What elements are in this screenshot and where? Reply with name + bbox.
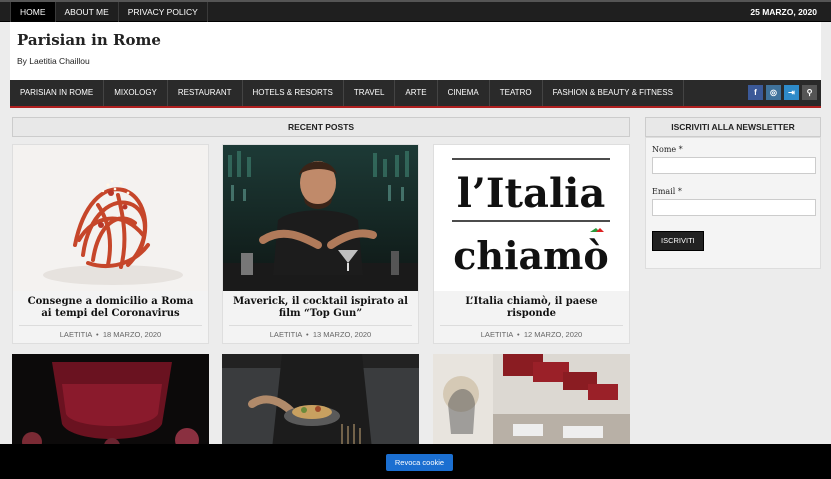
nav-item-restaurant[interactable]: Restaurant xyxy=(168,80,243,106)
nav-item-travel[interactable]: Travel xyxy=(344,80,396,106)
post-author[interactable]: Laetitia xyxy=(60,330,92,339)
email-field[interactable] xyxy=(652,199,816,216)
post-author[interactable]: Laetitia xyxy=(481,330,513,339)
email-label: Email * xyxy=(652,187,682,196)
logo-line-2: chiamò xyxy=(453,233,608,278)
top-bar: Home About me Privacy Policy 25 Marzo, 2… xyxy=(0,0,831,22)
newsletter-form: Nome * Email * Iscriviti xyxy=(645,137,821,269)
nav-item-arte[interactable]: Arte xyxy=(395,80,438,106)
social-icons: f ◎ ⇥ ⚲ xyxy=(748,85,817,100)
post-date: 13 Marzo, 2020 xyxy=(312,330,372,339)
nav-item-fashion-beauty-fitness[interactable]: Fashion & Beauty & Fitness xyxy=(543,80,684,106)
post-thumbnail-interior[interactable] xyxy=(433,354,630,449)
name-label: Nome * xyxy=(652,145,683,154)
search-icon[interactable]: ⚲ xyxy=(802,85,817,100)
current-date: 25 Marzo, 2020 xyxy=(750,7,817,17)
post-thumbnail-chef[interactable] xyxy=(222,354,419,449)
top-nav-privacy[interactable]: Privacy Policy xyxy=(119,2,208,22)
meta-separator: • xyxy=(514,330,522,339)
post-author[interactable]: Laetitia xyxy=(270,330,302,339)
post-meta: Laetitia • 18 Marzo, 2020 xyxy=(19,325,202,343)
nav-item-cinema[interactable]: Cinema xyxy=(438,80,490,106)
nav-item-hotels-resorts[interactable]: Hotels & Resorts xyxy=(243,80,344,106)
nav-item-parisian-in-rome[interactable]: Parisian in Rome xyxy=(10,80,105,106)
post-card[interactable]: Maverick, il cocktail ispirato al film “… xyxy=(222,144,419,344)
revoke-cookie-button[interactable]: Revoca cookie xyxy=(386,454,453,471)
nav-item-teatro[interactable]: Teatro xyxy=(490,80,543,106)
post-meta: Laetitia • 12 Marzo, 2020 xyxy=(440,325,623,343)
post-thumbnail-bartender[interactable] xyxy=(223,145,418,291)
subscribe-button[interactable]: Iscriviti xyxy=(652,231,704,251)
main-navigation: Parisian in Rome Mixology Restaurant Hot… xyxy=(10,80,821,108)
post-title[interactable]: L’Italia chiamò, il paese risponde xyxy=(434,291,629,325)
post-thumbnail-pasta[interactable] xyxy=(13,145,208,291)
post-date: 12 Marzo, 2020 xyxy=(523,330,583,339)
facebook-icon[interactable]: f xyxy=(748,85,763,100)
instagram-icon[interactable]: ◎ xyxy=(766,85,781,100)
post-meta: Laetitia • 13 Marzo, 2020 xyxy=(229,325,412,343)
top-nav-home[interactable]: Home xyxy=(10,2,56,22)
cookie-bar: Revoca cookie xyxy=(0,444,831,479)
site-description: By Laetitia Chaillou xyxy=(17,56,90,66)
site-title[interactable]: Parisian in Rome xyxy=(17,31,161,49)
site-header: Parisian in Rome By Laetitia Chaillou xyxy=(10,22,821,80)
logo-line-1: l’Italia xyxy=(457,170,606,217)
nav-item-mixology[interactable]: Mixology xyxy=(104,80,168,106)
post-title[interactable]: Maverick, il cocktail ispirato al film “… xyxy=(223,291,418,325)
newsletter-heading: Iscriviti alla newsletter xyxy=(645,117,821,137)
meta-separator: • xyxy=(93,330,101,339)
post-thumbnail-wine[interactable] xyxy=(12,354,209,449)
meta-separator: • xyxy=(303,330,311,339)
post-title[interactable]: Consegne a domicilio a Roma ai tempi del… xyxy=(13,291,208,325)
name-field[interactable] xyxy=(652,157,816,174)
post-card[interactable]: Consegne a domicilio a Roma ai tempi del… xyxy=(12,144,209,344)
post-thumbnail-italia-chiamo[interactable]: l’Italia chiamò xyxy=(434,145,629,291)
recent-posts-heading: Recent Posts xyxy=(12,117,630,137)
login-icon[interactable]: ⇥ xyxy=(784,85,799,100)
post-date: 18 Marzo, 2020 xyxy=(102,330,162,339)
top-navigation: Home About me Privacy Policy xyxy=(10,2,208,22)
top-nav-about[interactable]: About me xyxy=(56,2,119,22)
post-card[interactable]: l’Italia chiamò L’Italia chiamò, il paes… xyxy=(433,144,630,344)
